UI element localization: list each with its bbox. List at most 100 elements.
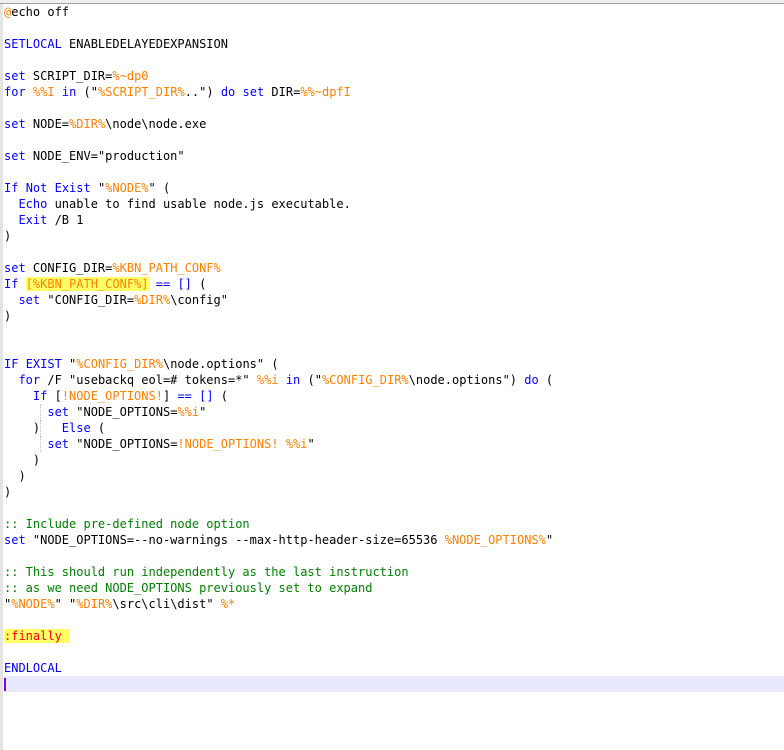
code-token: SETLOCAL bbox=[4, 37, 62, 51]
code-token: %SCRIPT_DIR% bbox=[97, 85, 185, 99]
code-line[interactable]: ) bbox=[4, 468, 784, 484]
code-token: " bbox=[545, 533, 554, 547]
code-token: set bbox=[242, 85, 265, 99]
code-editor[interactable]: @echo off SETLOCAL ENABLEDELAYEDEXPANSION… bbox=[0, 0, 784, 750]
text-caret bbox=[4, 678, 6, 691]
code-line[interactable]: set "CONFIG_DIR=%DIR%\config" bbox=[4, 292, 784, 308]
code-line[interactable]: ) bbox=[4, 484, 784, 500]
code-line[interactable] bbox=[4, 244, 784, 260]
code-line[interactable]: Echo unable to find usable node.js execu… bbox=[4, 196, 784, 212]
code-token: %CONFIG_DIR% bbox=[321, 373, 409, 387]
code-token: \node\node.exe bbox=[105, 117, 207, 131]
code-token: set bbox=[4, 149, 26, 163]
code-line[interactable]: Exit /B 1 bbox=[4, 212, 784, 228]
code-token: %NODE% bbox=[11, 597, 55, 611]
code-line[interactable]: set "NODE_OPTIONS=!NODE_OPTIONS! %%i" bbox=[4, 436, 784, 452]
code-token: \config" bbox=[170, 293, 228, 307]
code-line[interactable]: @echo off bbox=[4, 4, 784, 20]
code-token: " bbox=[199, 405, 207, 419]
code-token: %~dp0 bbox=[112, 69, 149, 83]
code-token: " bbox=[90, 181, 106, 195]
code-token: in bbox=[61, 85, 77, 99]
code-line[interactable]: ENDLOCAL bbox=[4, 660, 784, 676]
code-line[interactable]: IF EXIST "%CONFIG_DIR%\node.options" ( bbox=[4, 356, 784, 372]
code-token: :finally bbox=[4, 629, 70, 643]
code-line[interactable]: ) bbox=[4, 452, 784, 468]
code-token: %DIR% bbox=[69, 117, 106, 131]
code-token: NODE= bbox=[25, 117, 70, 131]
code-token: If bbox=[4, 181, 19, 195]
code-line[interactable] bbox=[4, 52, 784, 68]
code-line[interactable]: set "NODE_OPTIONS=--no-warnings --max-ht… bbox=[4, 532, 784, 548]
code-token: == bbox=[177, 389, 192, 403]
code-line[interactable]: :: This should run independently as the … bbox=[4, 564, 784, 580]
code-token: ENDLOCAL bbox=[4, 661, 62, 675]
indent-guide bbox=[40, 404, 41, 420]
code-line[interactable]: set SCRIPT_DIR=%~dp0 bbox=[4, 68, 784, 84]
code-line[interactable] bbox=[4, 20, 784, 36]
code-area[interactable]: @echo off SETLOCAL ENABLEDELAYEDEXPANSION… bbox=[4, 4, 784, 692]
code-line[interactable]: :finally bbox=[4, 628, 784, 644]
code-line[interactable]: ) Else ( bbox=[4, 420, 784, 436]
code-line[interactable]: If [%KBN_PATH_CONF%] == [] ( bbox=[4, 276, 784, 292]
code-line[interactable] bbox=[4, 500, 784, 516]
code-token: ) bbox=[4, 309, 12, 323]
code-line[interactable] bbox=[4, 612, 784, 628]
code-token: %DIR% bbox=[134, 293, 171, 307]
code-token: Exist bbox=[54, 181, 91, 195]
code-token: ] bbox=[162, 389, 178, 403]
code-line[interactable] bbox=[4, 548, 784, 564]
code-token: for bbox=[4, 85, 26, 99]
code-token: IF bbox=[4, 357, 19, 371]
code-line[interactable]: If [!NODE_OPTIONS!] == [] ( bbox=[4, 388, 784, 404]
code-line[interactable]: SETLOCAL ENABLEDELAYEDEXPANSION bbox=[4, 36, 784, 52]
code-line[interactable] bbox=[4, 340, 784, 356]
code-line[interactable]: ) bbox=[4, 308, 784, 324]
code-line[interactable] bbox=[4, 324, 784, 340]
code-line[interactable]: set CONFIG_DIR=%KBN_PATH_CONF% bbox=[4, 260, 784, 276]
code-line[interactable]: for %%I in ("%SCRIPT_DIR%..") do set DIR… bbox=[4, 84, 784, 100]
code-token: " ( bbox=[148, 181, 171, 195]
code-line[interactable] bbox=[4, 676, 784, 692]
code-line[interactable]: set "NODE_OPTIONS=%%i" bbox=[4, 404, 784, 420]
code-line[interactable]: "%NODE%" "%DIR%\src\cli\dist" %* bbox=[4, 596, 784, 612]
code-line[interactable]: :: as we need NODE_OPTIONS previously se… bbox=[4, 580, 784, 596]
code-line[interactable]: set NODE=%DIR%\node\node.exe bbox=[4, 116, 784, 132]
code-token: %* bbox=[220, 597, 236, 611]
code-token: /F "usebackq eol=# tokens=*" bbox=[40, 373, 257, 387]
code-token: set bbox=[47, 437, 70, 451]
code-line[interactable]: ) bbox=[4, 228, 784, 244]
code-token: EXIST bbox=[25, 357, 62, 371]
code-token: do bbox=[220, 85, 236, 99]
code-token: " bbox=[307, 437, 315, 451]
code-line[interactable] bbox=[4, 132, 784, 148]
code-token: \node.options" ( bbox=[162, 357, 279, 371]
code-line[interactable]: If Not Exist "%NODE%" ( bbox=[4, 180, 784, 196]
code-token: :: Include pre-defined node option bbox=[4, 517, 250, 531]
code-line[interactable]: for /F "usebackq eol=# tokens=*" %%i in … bbox=[4, 372, 784, 388]
code-token: echo off bbox=[11, 5, 70, 19]
indent-guide bbox=[40, 420, 41, 436]
code-line[interactable]: :: Include pre-defined node option bbox=[4, 516, 784, 532]
code-token: ..") bbox=[184, 85, 221, 99]
code-line[interactable] bbox=[4, 164, 784, 180]
code-line[interactable]: set NODE_ENV="production" bbox=[4, 148, 784, 164]
code-token: %NODE_OPTIONS% bbox=[444, 533, 546, 547]
code-token: "NODE_OPTIONS= bbox=[69, 437, 178, 451]
code-line[interactable] bbox=[4, 100, 784, 116]
code-token: "NODE_OPTIONS=--no-warnings --max-http-h… bbox=[25, 533, 445, 547]
code-token: ( bbox=[90, 421, 106, 435]
code-line[interactable] bbox=[4, 644, 784, 660]
code-token: "NODE_OPTIONS= bbox=[69, 405, 178, 419]
code-token: Else bbox=[61, 421, 91, 435]
code-token: %DIR% bbox=[76, 597, 113, 611]
code-token: If bbox=[4, 277, 19, 291]
